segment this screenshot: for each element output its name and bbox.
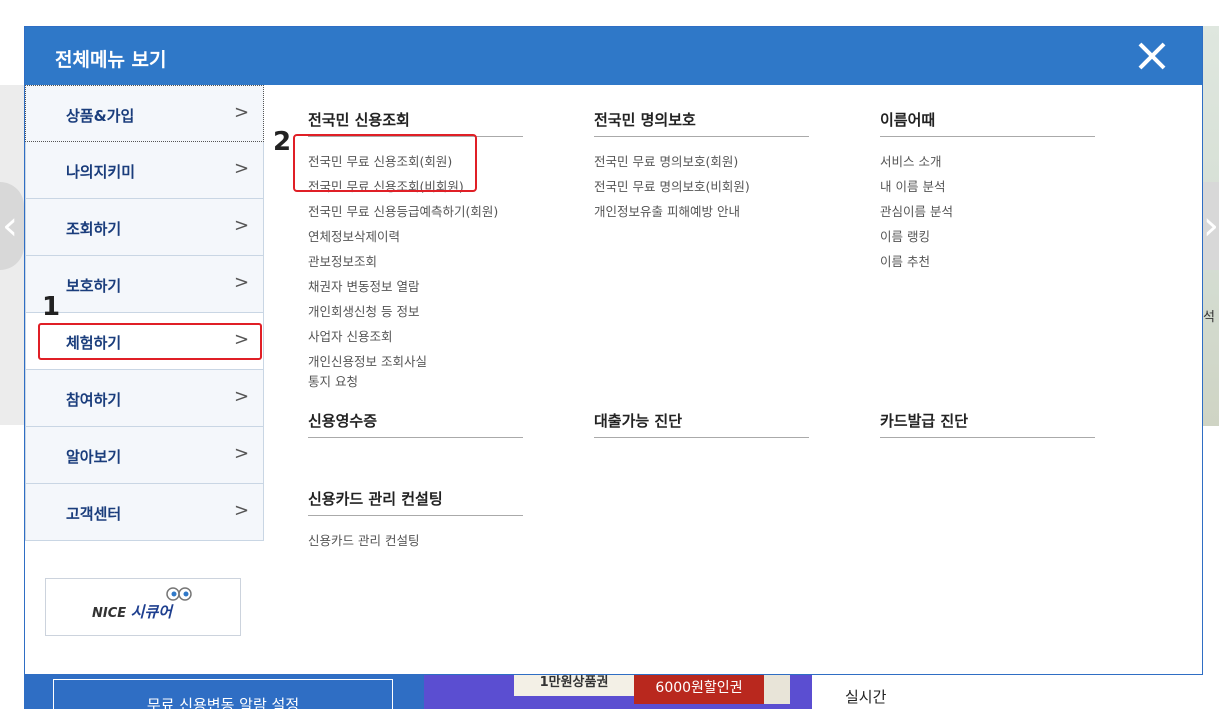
screen: ‹ › 석 무료 신용변동 알람 설정 1만원상품권 6000원할인권 실시간 … [0,0,1219,709]
column-title[interactable]: 이름어때 [880,109,1095,137]
logo-text: NICE 시큐어 [92,603,173,621]
link-item[interactable]: 개인정보유출 피해예방 안내 [594,199,809,224]
column-loan-diagnosis: 대출가능 진단 [594,410,809,438]
link-item[interactable]: 연체정보삭제이력 [308,224,523,249]
column-card-diagnosis: 카드발급 진단 [880,410,1095,438]
link-list: 신용카드 관리 컨설팅 [308,528,523,553]
link-item[interactable]: 전국민 무료 신용조회(회원) [308,149,523,174]
chevron-right-icon: > [234,500,250,521]
annotation-number-2: 2 [273,127,292,157]
chevron-right-icon: > [234,443,250,464]
link-item[interactable]: 신용카드 관리 컨설팅 [308,528,523,553]
coupon-discount: 6000원할인권 [634,674,764,704]
column-title[interactable]: 신용카드 관리 컨설팅 [308,488,523,516]
menu-item-inquiry[interactable]: 조회하기 > [25,199,264,256]
menu-item-learn[interactable]: 알아보기 > [25,427,264,484]
column-title[interactable]: 대출가능 진단 [594,410,809,438]
link-list: 전국민 무료 명의보호(회원) 전국민 무료 명의보호(비회원) 개인정보유출 … [594,149,809,224]
close-icon[interactable] [1137,41,1167,71]
modal-title: 전체메뉴 보기 [55,49,167,71]
menu-item-label: 알아보기 [66,448,122,466]
menu-item-label: 참여하기 [66,391,122,409]
chevron-right-icon: > [234,272,250,293]
link-item[interactable]: 이름 랭킹 [880,224,1095,249]
column-title[interactable]: 전국민 명의보호 [594,109,809,137]
menu-item-label: 보호하기 [66,277,122,295]
column-identity-protection: 전국민 명의보호 전국민 무료 명의보호(회원) 전국민 무료 명의보호(비회원… [594,109,809,224]
owl-eyes-icon [166,587,192,601]
link-item[interactable]: 개인신용정보 조회사실 통지 요청 [308,349,523,392]
menu-item-label: 조회하기 [66,220,122,238]
column-name-analysis: 이름어때 서비스 소개 내 이름 분석 관심이름 분석 이름 랭킹 이름 추천 [880,109,1095,274]
background-text-fragment: 석 [1203,310,1215,325]
menu-item-label: 고객센터 [66,505,122,523]
link-item[interactable]: 사업자 신용조회 [308,324,523,349]
link-item[interactable]: 전국민 무료 신용등급예측하기(회원) [308,199,523,224]
annotation-number-1: 1 [42,292,61,322]
link-item[interactable]: 서비스 소개 [880,149,1095,174]
chevron-right-icon: > [234,386,250,407]
menu-item-label: 체험하기 [66,334,122,352]
modal-header: 전체메뉴 보기 [25,27,1202,85]
menu-item-experience[interactable]: 체험하기 > [25,313,264,370]
link-list: 서비스 소개 내 이름 분석 관심이름 분석 이름 랭킹 이름 추천 [880,149,1095,274]
coupon-ticket-icon [764,674,790,704]
column-title[interactable]: 전국민 신용조회 [308,109,523,137]
link-item[interactable]: 채권자 변동정보 열람 [308,274,523,299]
full-menu-modal: 전체메뉴 보기 상품&가입 > 나의지키미 > 조회하기 > 보호하기 > 체험… [24,26,1203,675]
left-menu: 상품&가입 > 나의지키미 > 조회하기 > 보호하기 > 체험하기 > 참여하… [25,85,264,541]
carousel-next-icon[interactable]: › [1203,182,1219,270]
column-credit-receipt: 신용영수증 [308,410,523,438]
column-credit-inquiry: 전국민 신용조회 전국민 무료 신용조회(회원) 전국민 무료 신용조회(비회원… [308,109,523,392]
carousel-prev-icon[interactable]: ‹ [0,182,24,270]
link-item[interactable]: 개인회생신청 등 정보 [308,299,523,324]
link-item[interactable]: 전국민 무료 신용조회(비회원) [308,174,523,199]
menu-item-my-guard[interactable]: 나의지키미 > [25,142,264,199]
coupon-gift-card: 1만원상품권 [514,674,634,696]
menu-item-protection[interactable]: 보호하기 > [25,256,264,313]
link-item[interactable]: 관심이름 분석 [880,199,1095,224]
link-list: 전국민 무료 신용조회(회원) 전국민 무료 신용조회(비회원) 전국민 무료 … [308,149,523,392]
column-title[interactable]: 신용영수증 [308,410,523,438]
link-item[interactable]: 전국민 무료 명의보호(비회원) [594,174,809,199]
menu-item-products[interactable]: 상품&가입 > [25,85,264,142]
menu-item-customer-center[interactable]: 고객센터 > [25,484,264,541]
chevron-right-icon: > [234,102,250,123]
menu-item-label: 상품&가입 [66,107,135,125]
link-item[interactable]: 관보정보조회 [308,249,523,274]
chevron-right-icon: > [234,158,250,179]
realtime-label[interactable]: 실시간 [845,686,886,707]
link-item[interactable]: 전국민 무료 명의보호(회원) [594,149,809,174]
chevron-right-icon: > [234,215,250,236]
chevron-right-icon: > [234,329,250,350]
nice-secure-logo[interactable]: NICE 시큐어 [45,578,241,636]
menu-item-label: 나의지키미 [66,163,136,181]
link-item[interactable]: 이름 추천 [880,249,1095,274]
free-credit-alarm-button[interactable]: 무료 신용변동 알람 설정 [53,679,393,709]
column-card-consulting: 신용카드 관리 컨설팅 신용카드 관리 컨설팅 [308,488,523,553]
column-title[interactable]: 카드발급 진단 [880,410,1095,438]
link-item[interactable]: 내 이름 분석 [880,174,1095,199]
menu-item-participate[interactable]: 참여하기 > [25,370,264,427]
